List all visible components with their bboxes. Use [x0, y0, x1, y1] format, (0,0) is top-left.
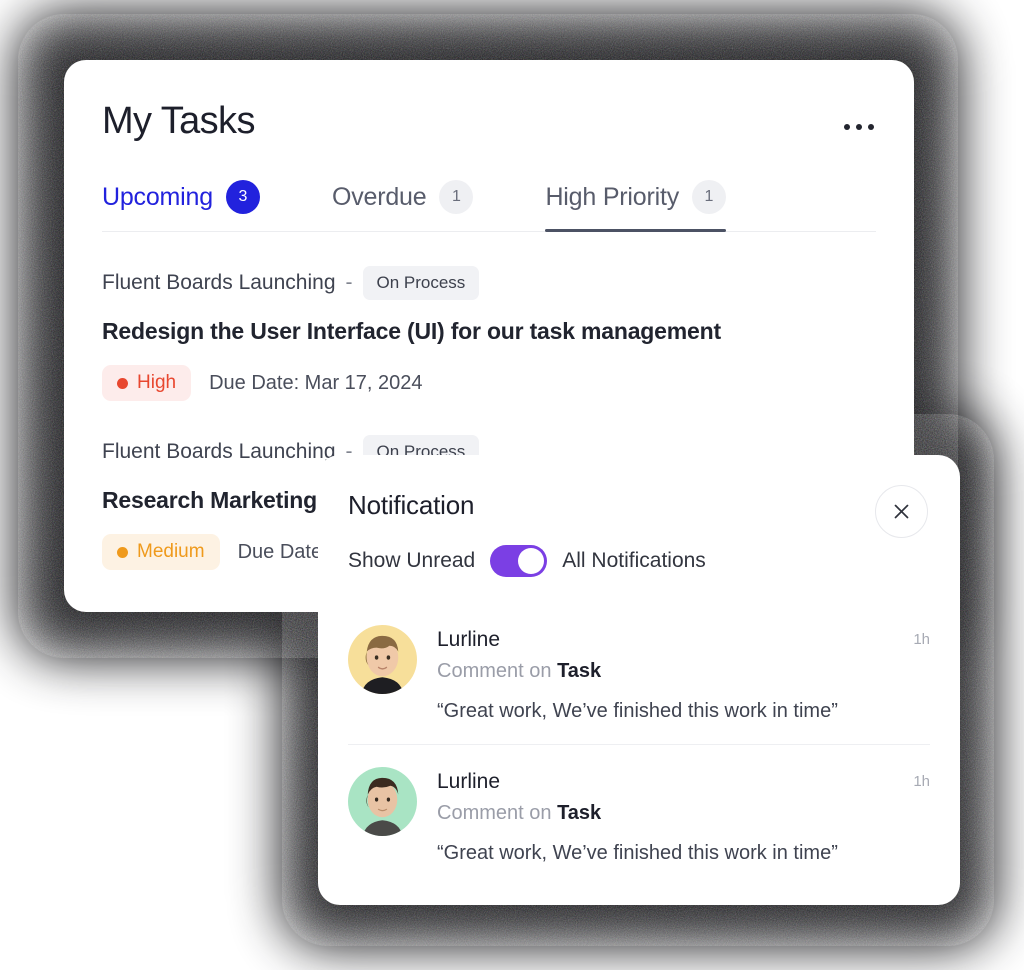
toggle-knob: [518, 548, 545, 574]
priority-label: Medium: [137, 541, 205, 562]
tab-upcoming-count: 3: [225, 180, 260, 214]
due-date: Due Date: Mar 17, 2024: [209, 372, 423, 394]
notification-quote: “Great work, We’ve finished this work in…: [437, 700, 838, 722]
tab-overdue[interactable]: Overdue 1: [332, 180, 474, 232]
tab-high-priority-count: 1: [692, 180, 726, 214]
screenshot-stage: My Tasks Upcoming 3 Overdue 1 High Prior…: [0, 0, 1024, 970]
tab-high-priority[interactable]: High Priority 1: [545, 180, 726, 232]
notification-body: Lurline Comment on Task “Great work, We’…: [437, 767, 893, 866]
close-glyph: [894, 504, 909, 519]
page-title: My Tasks: [102, 100, 255, 142]
kebab-dot: [856, 124, 862, 130]
notification-item[interactable]: Lurline Comment on Task “Great work, We’…: [348, 744, 930, 886]
priority-label: High: [137, 372, 177, 393]
task-meta: Fluent Boards Launching - On Process: [102, 266, 876, 300]
kebab-dot: [868, 124, 874, 130]
priority-dot-icon: [117, 377, 128, 389]
notification-action-prefix: Comment on: [437, 660, 552, 682]
tab-overdue-count: 1: [439, 180, 474, 214]
avatar-illustration: [348, 625, 417, 694]
notification-action-prefix: Comment on: [437, 802, 552, 824]
priority-dot-icon: [117, 546, 128, 558]
toggle-left-label: Show Unread: [348, 549, 476, 572]
notification-action: Comment on Task: [437, 800, 893, 826]
kebab-dot: [844, 124, 850, 130]
task-footer: High Due Date: Mar 17, 2024: [102, 365, 876, 401]
notification-filter-row: Show Unread All Notifications: [318, 521, 960, 577]
kebab-horizontal-icon[interactable]: [840, 120, 878, 134]
task-title: Redesign the User Interface (UI) for our…: [102, 318, 721, 344]
priority-badge-high: High: [102, 365, 192, 401]
notification-title: Notification: [348, 490, 475, 520]
notification-author: Lurline: [437, 770, 501, 793]
tab-high-priority-label: High Priority: [545, 183, 679, 211]
avatar-lurline-1: [348, 625, 417, 694]
notification-header: Notification: [318, 455, 960, 538]
status-badge: On Process: [362, 266, 480, 300]
tab-upcoming[interactable]: Upcoming 3: [102, 180, 260, 232]
notification-author: Lurline: [437, 628, 501, 651]
notification-list: Lurline Comment on Task “Great work, We’…: [318, 603, 960, 886]
notification-action: Comment on Task: [437, 658, 893, 684]
task-tabs: Upcoming 3 Overdue 1 High Priority 1: [64, 174, 914, 232]
notification-action-target: Task: [557, 660, 602, 682]
tab-upcoming-label: Upcoming: [102, 183, 213, 211]
avatar-lurline-2: [348, 767, 417, 836]
show-unread-toggle[interactable]: [490, 545, 548, 577]
close-icon[interactable]: [875, 485, 928, 538]
notification-panel: Notification Show Unread All Notificatio…: [318, 455, 960, 905]
notification-quote: “Great work, We’ve finished this work in…: [437, 842, 838, 864]
notification-timestamp: 1h: [913, 631, 930, 648]
tasks-card-header: My Tasks: [64, 60, 914, 144]
notification-item[interactable]: Lurline Comment on Task “Great work, We’…: [348, 603, 930, 744]
priority-badge-medium: Medium: [102, 534, 220, 570]
notification-action-target: Task: [557, 802, 602, 824]
tab-overdue-label: Overdue: [331, 183, 427, 211]
task-project: Fluent Boards Launching: [102, 440, 336, 463]
toggle-right-label: All Notifications: [562, 549, 706, 572]
task-project: Fluent Boards Launching: [102, 271, 336, 294]
task-row[interactable]: Fluent Boards Launching - On Process Red…: [102, 232, 876, 401]
notification-timestamp: 1h: [913, 773, 930, 790]
task-separator: -: [345, 271, 353, 294]
avatar-illustration: [348, 767, 417, 836]
notification-body: Lurline Comment on Task “Great work, We’…: [437, 625, 893, 724]
